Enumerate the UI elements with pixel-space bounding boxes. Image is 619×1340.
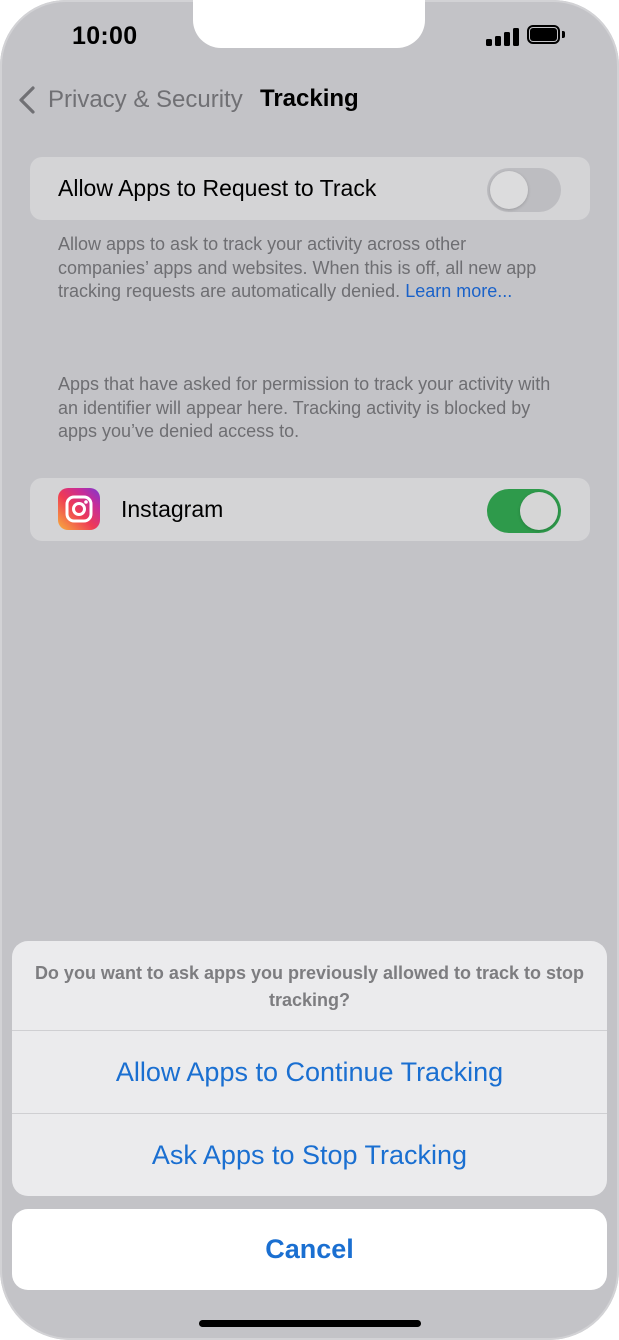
apps-footnote: Apps that have asked for permission to t… <box>58 374 551 441</box>
allow-request-label: Allow Apps to Request to Track <box>58 175 377 201</box>
back-button[interactable]: Privacy & Security <box>16 84 243 116</box>
status-time: 10:00 <box>72 22 138 50</box>
home-indicator[interactable] <box>199 1320 421 1327</box>
page-title: Tracking <box>260 85 359 112</box>
ask-stop-tracking-button[interactable]: Ask Apps to Stop Tracking <box>12 1114 607 1196</box>
toggle-knob <box>520 492 558 530</box>
toggle-knob <box>490 171 528 209</box>
cancel-button[interactable]: Cancel <box>12 1209 607 1290</box>
notch <box>193 0 425 48</box>
battery-icon <box>527 25 565 45</box>
instagram-icon <box>58 488 100 530</box>
back-label: Privacy & Security <box>48 86 243 113</box>
chevron-left-icon <box>19 86 35 114</box>
learn-more-link[interactable]: Learn more... <box>405 281 512 301</box>
phone-screen: 10:00 Privacy & Security Tracking Allow … <box>0 0 619 1340</box>
instagram-tracking-toggle[interactable] <box>487 489 561 533</box>
allow-request-row: Allow Apps to Request to Track <box>30 157 590 220</box>
allow-request-footnote: Allow apps to ask to track your activity… <box>58 233 558 304</box>
allow-request-toggle[interactable] <box>487 168 561 212</box>
action-sheet: Do you want to ask apps you previously a… <box>12 941 607 1196</box>
action-sheet-message: Do you want to ask apps you previously a… <box>34 963 585 1010</box>
cellular-signal-icon <box>486 28 520 46</box>
allow-continue-tracking-button[interactable]: Allow Apps to Continue Tracking <box>12 1031 607 1113</box>
app-row-instagram: Instagram <box>30 478 590 541</box>
app-name: Instagram <box>121 496 224 522</box>
